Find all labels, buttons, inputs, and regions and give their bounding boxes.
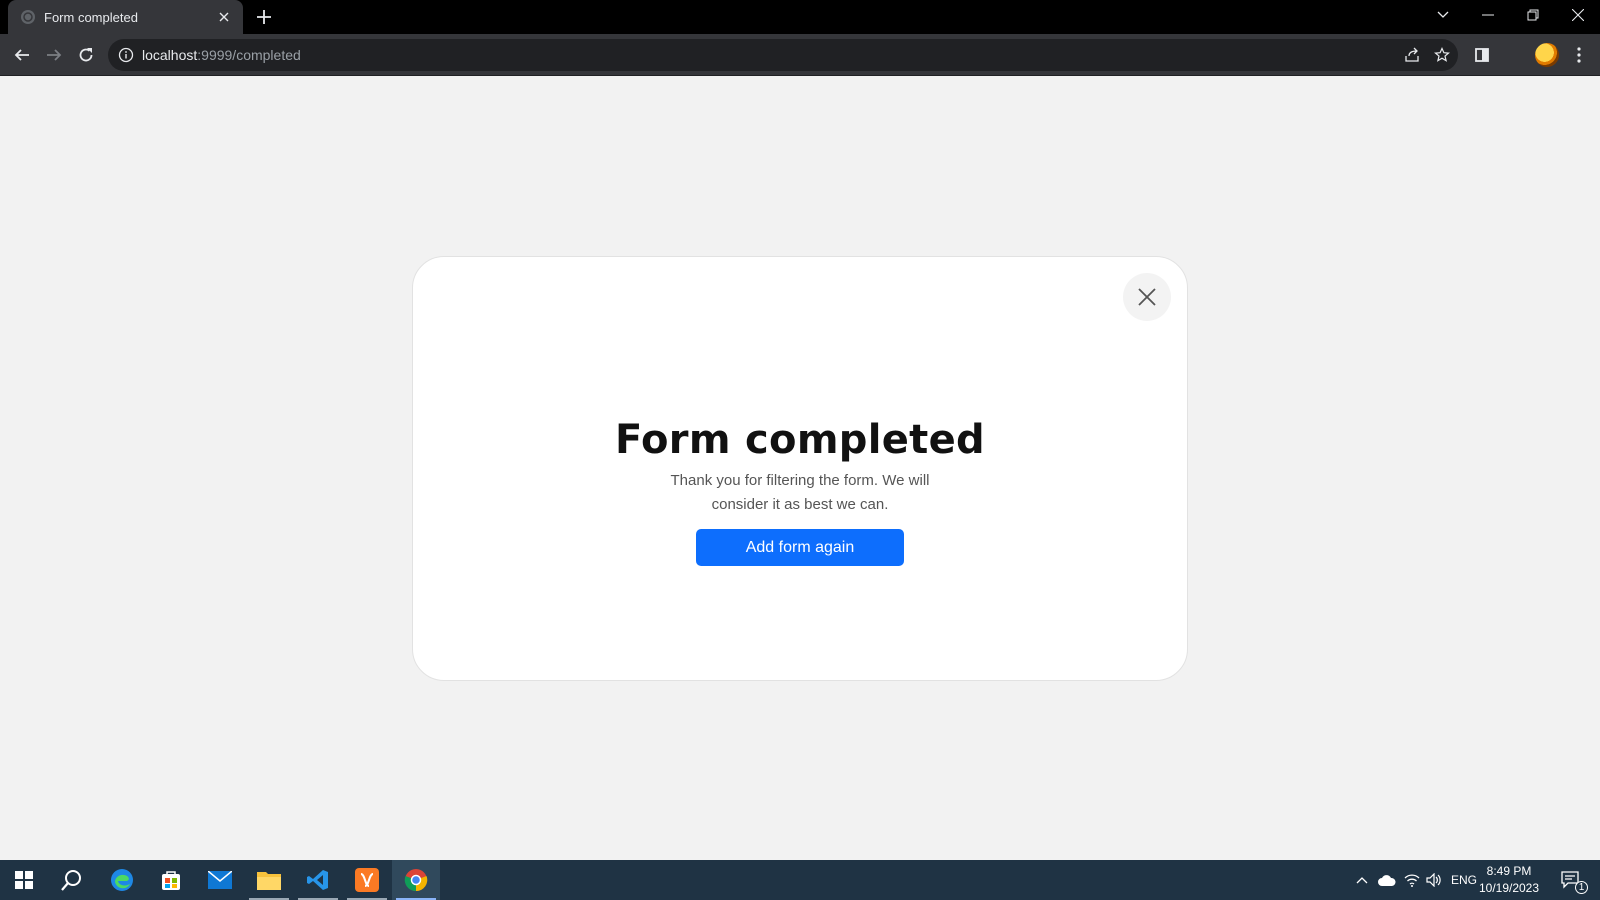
tab-search-icon[interactable] xyxy=(1420,0,1465,30)
clock-time: 8:49 PM xyxy=(1486,864,1532,878)
profile-avatar[interactable] xyxy=(1535,43,1559,67)
reload-icon[interactable] xyxy=(72,41,100,69)
windows-taskbar: ENG 8:49 PM 10/19/2023 1 xyxy=(0,860,1600,900)
forward-icon[interactable] xyxy=(40,41,68,69)
clock-date: 10/19/2023 xyxy=(1478,881,1540,895)
site-info-icon[interactable] xyxy=(118,47,134,63)
omnibox-actions xyxy=(1402,45,1452,65)
show-hidden-icons-icon[interactable] xyxy=(1352,860,1372,900)
back-icon[interactable] xyxy=(8,41,36,69)
mail-icon[interactable] xyxy=(196,860,244,900)
url-text[interactable]: localhost:9999/completed xyxy=(142,47,301,63)
notification-center-icon[interactable]: 1 xyxy=(1556,860,1588,900)
completion-content: Form completed Thank you for filtering t… xyxy=(413,417,1187,566)
close-icon xyxy=(1138,288,1156,306)
new-tab-icon[interactable] xyxy=(252,5,276,29)
system-clock[interactable]: 8:49 PM 10/19/2023 xyxy=(1474,863,1544,897)
restore-icon[interactable] xyxy=(1510,0,1555,30)
start-icon[interactable] xyxy=(0,860,48,900)
tab-strip: Form completed xyxy=(0,0,1600,34)
chrome-icon[interactable] xyxy=(392,860,440,900)
volume-icon[interactable] xyxy=(1424,860,1444,900)
browser-toolbar: localhost:9999/completed xyxy=(0,34,1600,76)
edge-icon[interactable] xyxy=(98,860,146,900)
completion-card: Form completed Thank you for filtering t… xyxy=(412,256,1188,681)
page-title: Form completed xyxy=(615,417,985,463)
file-explorer-icon[interactable] xyxy=(245,860,293,900)
more-menu-icon[interactable] xyxy=(1569,45,1589,65)
share-icon[interactable] xyxy=(1402,45,1422,65)
globe-icon xyxy=(20,9,36,25)
network-icon[interactable] xyxy=(1402,860,1422,900)
address-bar[interactable]: localhost:9999/completed xyxy=(108,39,1458,71)
onedrive-icon[interactable] xyxy=(1376,860,1398,900)
store-icon[interactable] xyxy=(147,860,195,900)
xampp-icon[interactable] xyxy=(343,860,391,900)
tab-title: Form completed xyxy=(44,9,138,25)
close-button[interactable] xyxy=(1123,273,1171,321)
window-controls xyxy=(1420,0,1600,34)
completion-message: Thank you for filtering the form. We wil… xyxy=(670,472,930,513)
minimize-icon[interactable] xyxy=(1465,0,1510,30)
vscode-icon[interactable] xyxy=(294,860,342,900)
notification-count-badge: 1 xyxy=(1575,881,1588,894)
tab-close-icon[interactable] xyxy=(215,8,233,26)
search-icon[interactable] xyxy=(48,860,96,900)
add-form-again-button[interactable]: Add form again xyxy=(696,529,904,566)
close-window-icon[interactable] xyxy=(1555,0,1600,30)
bookmark-star-icon[interactable] xyxy=(1432,45,1452,65)
side-panel-icon[interactable] xyxy=(1472,45,1492,65)
browser-tab[interactable]: Form completed xyxy=(8,0,243,34)
